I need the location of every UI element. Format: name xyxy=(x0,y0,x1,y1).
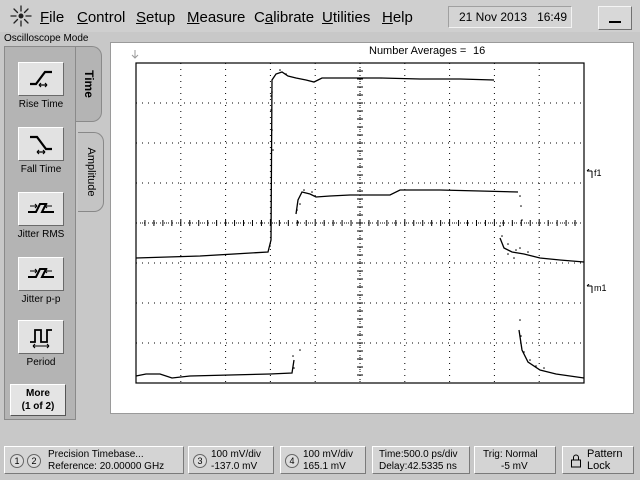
menu-measure[interactable]: Measure xyxy=(187,9,245,26)
date-text: 21 Nov 2013 xyxy=(459,10,528,24)
pattern-lock-button[interactable]: Pattern Lock xyxy=(562,446,634,474)
function-f1-marker[interactable]: f1 xyxy=(586,168,602,179)
jitter-rms-button[interactable] xyxy=(18,192,64,226)
jitter-pp-button[interactable] xyxy=(18,257,64,291)
menu-utilities[interactable]: Utilities xyxy=(322,9,370,26)
menu-help[interactable]: Help xyxy=(382,9,413,26)
memory-m1-marker[interactable]: m1 xyxy=(586,283,607,294)
jitter-rms-icon xyxy=(28,203,54,213)
menu-file[interactable]: File xyxy=(40,9,64,26)
marker-arrow-icon xyxy=(586,168,593,178)
period-button[interactable] xyxy=(18,320,64,354)
menu-calibrate[interactable]: Calibrate xyxy=(254,9,314,26)
channel-2-button[interactable]: 2 xyxy=(27,454,41,468)
period-tool[interactable]: Period xyxy=(11,320,71,368)
menu-bar: File Control Setup Measure Calibrate Uti… xyxy=(0,0,640,32)
channel-4-status[interactable]: 4 100 mV/div 165.1 mV xyxy=(280,446,366,474)
channel-1-button[interactable]: 1 xyxy=(10,454,24,468)
minimize-button[interactable] xyxy=(598,6,632,30)
menu-setup[interactable]: Setup xyxy=(136,9,175,26)
date-time-display: 21 Nov 2013 16:49 xyxy=(448,6,572,28)
number-averages: Number Averages = 16 xyxy=(369,45,486,57)
rise-time-icon xyxy=(30,70,52,88)
channel-3-status[interactable]: 3 100 mV/div -137.0 mV xyxy=(188,446,274,474)
fall-time-button[interactable] xyxy=(18,127,64,161)
tab-amplitude[interactable]: Amplitude xyxy=(78,132,104,212)
jitter-pp-tool[interactable]: Jitter p-p xyxy=(11,257,71,305)
marker-arrow-icon xyxy=(586,283,593,293)
more-button[interactable]: More (1 of 2) xyxy=(10,384,66,416)
mode-label: Oscilloscope Mode xyxy=(4,33,89,44)
rise-time-button[interactable] xyxy=(18,62,64,96)
time-delay-status[interactable]: Time:500.0 ps/div Delay:42.5335 ns xyxy=(372,446,470,474)
channel-3-button[interactable]: 3 xyxy=(193,454,207,468)
lock-icon xyxy=(571,454,581,468)
jitter-rms-tool[interactable]: Jitter RMS xyxy=(11,192,71,240)
minimize-icon xyxy=(609,21,621,23)
fall-time-icon xyxy=(30,135,52,155)
tab-time[interactable]: Time xyxy=(76,46,102,122)
fall-time-tool[interactable]: Fall Time xyxy=(11,127,71,175)
timebase-status[interactable]: 1 2 Precision Timebase... Reference: 20.… xyxy=(4,446,184,474)
time-text: 16:49 xyxy=(537,10,568,24)
channel-4-button[interactable]: 4 xyxy=(285,454,299,468)
jitter-pp-icon xyxy=(28,268,54,278)
waveform-display[interactable] xyxy=(110,42,634,414)
menu-control[interactable]: Control xyxy=(77,9,125,26)
period-icon xyxy=(30,329,52,349)
rise-time-tool[interactable]: Rise Time xyxy=(11,62,71,110)
agilent-logo-icon xyxy=(10,5,32,27)
trigger-status[interactable]: Trig: Normal -5 mV xyxy=(474,446,556,474)
